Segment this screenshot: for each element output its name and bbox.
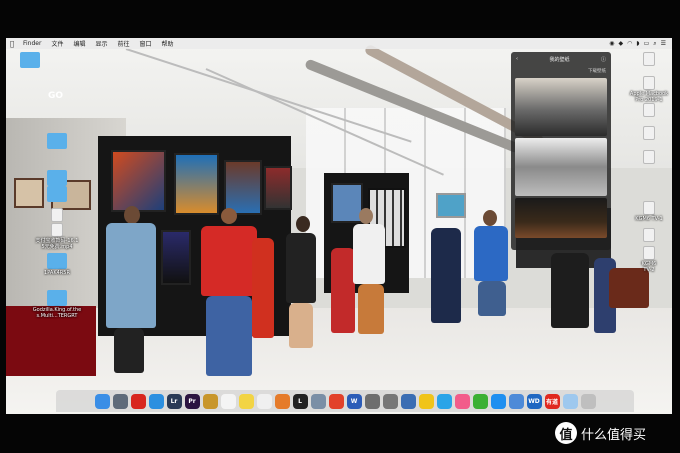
stickies-icon[interactable]: [238, 393, 254, 409]
menu-go[interactable]: 前往: [113, 39, 135, 48]
wechat-icon[interactable]: [472, 393, 488, 409]
typora-icon[interactable]: L: [292, 393, 308, 409]
battery-icon[interactable]: ▭: [644, 40, 650, 48]
control-center-icon[interactable]: ☰: [661, 40, 666, 48]
document-icon: [643, 103, 655, 117]
menu-window[interactable]: 窗口: [135, 39, 157, 48]
notes-icon[interactable]: [202, 393, 218, 409]
premiere-icon[interactable]: Pr: [184, 393, 200, 409]
status-app-icon[interactable]: ◉: [609, 40, 614, 48]
info-icon[interactable]: ⓘ: [601, 56, 606, 63]
dock: Lr Pr L W WD 有道: [56, 390, 634, 412]
desktop-file-video[interactable]: 支付宝收款码-16.1 5元免费.mp4: [30, 223, 84, 250]
desktop-folder[interactable]: Godzilla.King.of.the s.Multi...TERGRT: [28, 290, 86, 319]
document-icon: [643, 228, 655, 242]
lightroom-icon[interactable]: Lr: [166, 393, 182, 409]
launchpad-icon[interactable]: [112, 393, 128, 409]
desktop-document[interactable]: [626, 150, 672, 165]
desktop-document[interactable]: [34, 208, 80, 223]
widget-tabs: 下载壁纸: [511, 66, 611, 76]
word-icon[interactable]: W: [346, 393, 362, 409]
document-icon: [643, 150, 655, 164]
menu-extras: ◉ ◆ ◠ ◗ ▭ ⌕ ☰: [609, 40, 672, 48]
spotlight-icon[interactable]: ⌕: [653, 40, 656, 48]
weibo-icon[interactable]: [328, 393, 344, 409]
folder-icon: [47, 133, 67, 149]
desktop-document[interactable]: [626, 103, 672, 118]
desktop-folder[interactable]: [7, 52, 53, 69]
qq-icon[interactable]: [436, 393, 452, 409]
reminders-icon[interactable]: [256, 393, 272, 409]
desktop-folder[interactable]: [34, 133, 80, 150]
desktop-document[interactable]: KGM6 TV-1: [626, 201, 672, 222]
csgo-app-icon[interactable]: GO: [48, 91, 78, 113]
folder-icon: [47, 186, 67, 202]
paw-icon[interactable]: [382, 393, 398, 409]
menu-file[interactable]: 文件: [46, 39, 68, 48]
volume-icon[interactable]: ◗: [636, 40, 639, 48]
folder-icon: [47, 290, 67, 306]
desktop-document[interactable]: [626, 52, 672, 67]
menu-edit[interactable]: 编辑: [68, 39, 90, 48]
watermark: 值 什么值得买: [555, 422, 646, 444]
pencil-icon[interactable]: [400, 393, 416, 409]
desktop-folder[interactable]: [34, 186, 80, 203]
desktop-document[interactable]: [626, 228, 672, 243]
netease-music-icon[interactable]: [130, 393, 146, 409]
menu-help[interactable]: 帮助: [157, 39, 179, 48]
itunes-icon[interactable]: [454, 393, 470, 409]
document-icon: [51, 208, 63, 222]
photos-icon[interactable]: [274, 393, 290, 409]
trash-icon[interactable]: [580, 393, 596, 409]
folder-icon: [47, 170, 67, 186]
menu-app-name[interactable]: Finder: [18, 40, 46, 47]
video-file-icon: [51, 223, 63, 237]
widget-header: ‹ 我的壁纸 ⓘ: [511, 52, 611, 66]
status-app-icon[interactable]: ◆: [619, 40, 624, 48]
finder-2-icon[interactable]: [508, 393, 524, 409]
apple-menu-icon[interactable]: : [6, 40, 18, 48]
wallpaper-thumbnail[interactable]: [515, 138, 607, 196]
wd-icon[interactable]: WD: [526, 393, 542, 409]
calendar-icon[interactable]: [220, 393, 236, 409]
desktop-folder[interactable]: 1PAK4R5R: [34, 253, 80, 276]
desktop-document[interactable]: [626, 126, 672, 141]
menu-bar:  Finder 文件 编辑 显示 前往 窗口 帮助 ◉ ◆ ◠ ◗ ▭ ⌕ ☰: [6, 38, 672, 49]
chrome-icon[interactable]: [418, 393, 434, 409]
document-icon: [643, 126, 655, 140]
menu-view[interactable]: 显示: [90, 39, 112, 48]
tab-download-wallpapers[interactable]: 下载壁纸: [588, 68, 606, 74]
wallpaper-thumbnail[interactable]: [515, 198, 607, 238]
document-icon: [643, 52, 655, 66]
wallpaper-thumbnail[interactable]: [515, 78, 607, 136]
watermark-badge: 值: [555, 422, 577, 444]
youdao-icon[interactable]: 有道: [544, 393, 560, 409]
finder-icon[interactable]: [94, 393, 110, 409]
desktop-folder[interactable]: [34, 170, 80, 187]
messages-icon[interactable]: [310, 393, 326, 409]
folder-icon: [47, 253, 67, 269]
document-icon: [643, 201, 655, 215]
downloads-folder-icon[interactable]: [562, 393, 578, 409]
app-store-icon[interactable]: [490, 393, 506, 409]
desktop-document[interactable]: KGM6 TV-2: [626, 246, 672, 273]
watermark-text: 什么值得买: [581, 427, 647, 443]
screen:  Finder 文件 编辑 显示 前往 窗口 帮助 ◉ ◆ ◠ ◗ ▭ ⌕ ☰…: [6, 38, 672, 414]
wifi-icon[interactable]: ◠: [627, 40, 632, 48]
document-icon: [643, 76, 655, 90]
document-icon: [643, 246, 655, 260]
desktop-document[interactable]: Apple Macbook Pro 2019-1: [626, 76, 672, 103]
folder-icon: [20, 52, 40, 68]
system-preferences-icon[interactable]: [364, 393, 380, 409]
widget-title: 我的壁纸: [549, 56, 570, 63]
safari-icon[interactable]: [148, 393, 164, 409]
wallpaper-widget: ‹ 我的壁纸 ⓘ 下载壁纸: [511, 52, 611, 250]
